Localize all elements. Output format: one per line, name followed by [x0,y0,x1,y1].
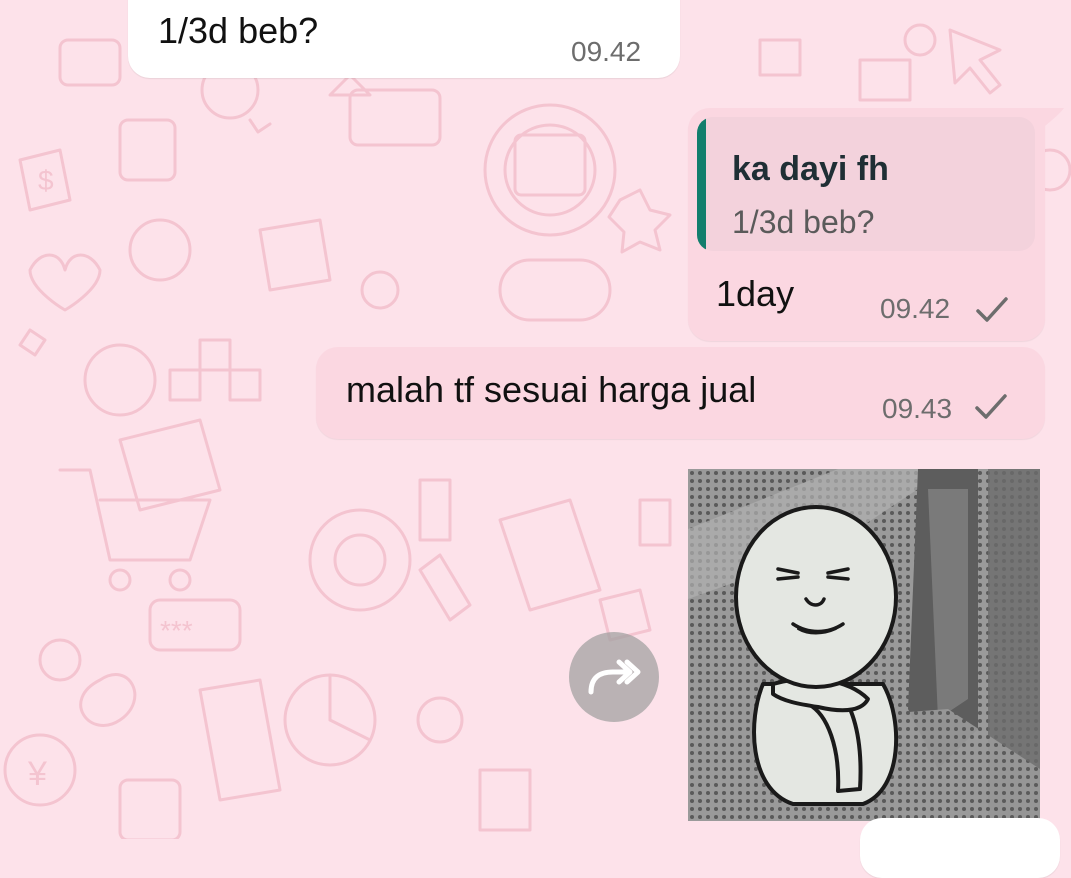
quoted-message-text: 1/3d beb? [732,204,875,240]
bubble-tail [1040,108,1064,130]
quoted-message[interactable]: ka dayi fh 1/3d beb? [697,117,1035,251]
incoming-message-bubble-partial[interactable] [860,818,1060,878]
crying-cartoon-sticker [688,469,1040,821]
outgoing-message-bubble[interactable]: malah tf sesuai harga jual 09.43 [316,347,1045,439]
svg-text:$: $ [38,165,54,196]
quote-accent-bar [697,117,706,251]
message-text: 1day [716,273,795,314]
message-timestamp: 09.42 [880,293,951,324]
incoming-message-bubble[interactable]: 1/3d beb? 09.42 [128,0,680,78]
forward-icon [588,659,641,695]
svg-text:***: *** [160,615,193,646]
message-timestamp: 09.43 [882,393,953,424]
outgoing-reply-message-bubble[interactable]: ka dayi fh 1/3d beb? 1day 09.42 [688,108,1045,341]
message-timestamp: 09.42 [571,36,642,67]
forward-button[interactable] [569,632,659,722]
quoted-sender-name: ka dayi fh [732,150,889,188]
message-text: malah tf sesuai harga jual [346,369,757,410]
svg-text:¥: ¥ [27,755,47,793]
sticker-message[interactable] [688,469,1040,821]
message-text: 1/3d beb? [158,10,319,51]
sent-check-icon [975,394,1007,419]
sent-check-icon [976,297,1008,322]
